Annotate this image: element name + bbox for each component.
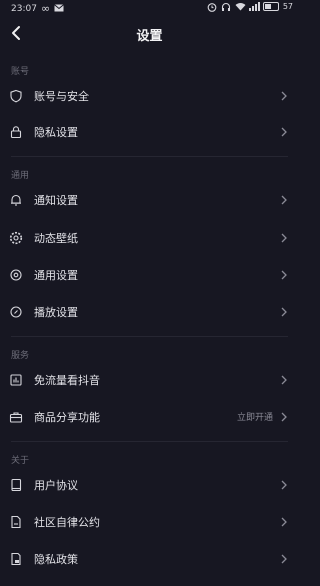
- chevron-right-icon: [280, 90, 288, 102]
- settings-item-product-sharing[interactable]: 商品分享功能 立即开通: [0, 399, 299, 435]
- settings-item-general-settings[interactable]: 通用设置: [0, 257, 299, 293]
- settings-item-label: 通用设置: [34, 269, 78, 282]
- chevron-right-icon: [280, 126, 288, 138]
- chevron-right-icon: [280, 516, 288, 528]
- mail-icon: [54, 4, 64, 13]
- settings-item-label: 社区自律公约: [34, 516, 100, 529]
- section-divider: [11, 336, 288, 337]
- section-divider: [11, 441, 288, 442]
- chevron-right-icon: [280, 194, 288, 206]
- headset-icon: [221, 2, 231, 11]
- page-title: 设置: [136, 29, 163, 44]
- top-bar: 设置: [0, 20, 299, 48]
- chevron-right-icon: [280, 479, 288, 491]
- wifi-icon: [235, 2, 246, 11]
- settings-item-notifications[interactable]: 通知设置: [0, 182, 299, 218]
- infinity-icon: ∞: [40, 2, 51, 15]
- section-label-general: 通用: [11, 171, 30, 181]
- alarm-icon: [207, 2, 217, 12]
- play-circle-icon: [9, 305, 23, 319]
- settings-item-label: 播放设置: [34, 306, 78, 319]
- gear-icon: [9, 231, 23, 245]
- settings-item-label: 商品分享功能: [34, 411, 100, 424]
- chevron-right-icon: [280, 374, 288, 386]
- settings-item-label: 通知设置: [34, 194, 78, 207]
- settings-item-label: 用户协议: [34, 479, 78, 492]
- settings-item-privacy-policy[interactable]: 隐私政策: [0, 541, 299, 577]
- settings-item-privacy-settings[interactable]: 隐私设置: [0, 114, 299, 150]
- settings-item-label: 免流量看抖音: [34, 374, 100, 387]
- chevron-right-icon: [280, 232, 288, 244]
- shield-icon: [9, 89, 23, 103]
- settings-item-free-data[interactable]: 免流量看抖音: [0, 362, 299, 398]
- section-label-about: 关于: [11, 456, 30, 466]
- settings-item-user-agreement[interactable]: 用户协议: [0, 467, 299, 503]
- status-bar: 23:07 ∞ 57: [0, 0, 299, 16]
- section-label-account: 账号: [11, 67, 30, 77]
- settings-circle-icon: [9, 268, 23, 282]
- lock-icon: [9, 125, 23, 139]
- settings-item-community-convention[interactable]: 社区自律公约: [0, 504, 299, 540]
- activate-now-link[interactable]: 立即开通: [237, 410, 273, 423]
- privacy-lock-icon: [9, 552, 23, 566]
- chevron-right-icon: [280, 306, 288, 318]
- document-icon: [9, 515, 23, 529]
- chevron-right-icon: [280, 553, 288, 565]
- book-icon: [9, 478, 23, 492]
- settings-item-label: 账号与安全: [34, 90, 89, 103]
- section-divider: [11, 156, 288, 157]
- section-label-service: 服务: [11, 351, 30, 361]
- settings-item-label: 隐私设置: [34, 126, 78, 139]
- status-time: 23:07: [11, 3, 37, 14]
- signal-icon: [248, 2, 260, 11]
- briefcase-icon: [9, 410, 23, 424]
- settings-item-label: 动态壁纸: [34, 232, 78, 245]
- chevron-right-icon: [280, 411, 288, 423]
- battery-icon: [262, 2, 279, 11]
- battery-text: 57: [282, 2, 293, 11]
- settings-item-live-wallpaper[interactable]: 动态壁纸: [0, 220, 299, 256]
- settings-item-playback[interactable]: 播放设置: [0, 294, 299, 330]
- chevron-right-icon: [280, 269, 288, 281]
- bell-icon: [9, 193, 23, 207]
- settings-item-label: 隐私政策: [34, 553, 78, 566]
- settings-item-account-security[interactable]: 账号与安全: [0, 78, 299, 114]
- data-chart-icon: [9, 373, 23, 387]
